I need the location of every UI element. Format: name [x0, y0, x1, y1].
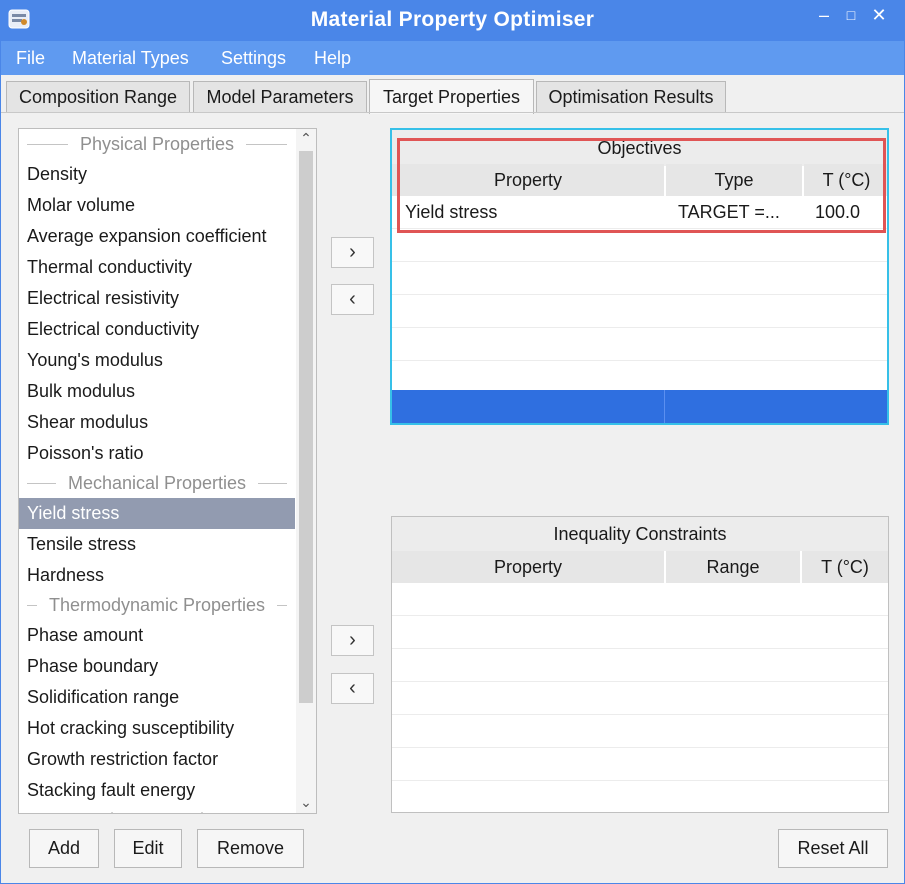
list-item[interactable]: Thermal conductivity — [19, 252, 295, 283]
list-item[interactable]: Density — [19, 159, 295, 190]
divider — [27, 605, 37, 606]
tab-bar: Composition Range Model Parameters Targe… — [1, 79, 904, 114]
list-item[interactable]: Yield stress — [19, 498, 295, 529]
cell-property: Yield stress — [405, 202, 498, 222]
maximize-button[interactable]: □ — [840, 5, 862, 27]
add-button[interactable]: Add — [29, 829, 99, 868]
property-list[interactable]: Physical Properties Density Molar volume Av… — [18, 128, 317, 814]
add-constraint-button[interactable]: › — [331, 625, 374, 656]
app-window: Material Property Optimiser – □ ✕ File M… — [0, 0, 905, 884]
constraints-title: Inequality Constraints — [392, 517, 888, 551]
objectives-header-type[interactable]: Type — [666, 164, 802, 196]
cell-type: TARGET =... — [678, 202, 780, 222]
divider — [27, 483, 56, 484]
remove-constraint-button[interactable]: ‹ — [331, 673, 374, 704]
constraints-header-property[interactable]: Property — [392, 551, 664, 583]
menu-material-types[interactable]: Material Types — [72, 48, 189, 69]
list-item[interactable]: Average expansion coefficient — [19, 221, 295, 252]
list-item[interactable]: Phase boundary — [19, 651, 295, 682]
constraints-header-range[interactable]: Range — [666, 551, 800, 583]
list-item[interactable]: Phase amount — [19, 620, 295, 651]
objectives-table[interactable]: Objectives Property Type T (°C) Yield st… — [390, 128, 889, 425]
list-item[interactable]: Shear modulus — [19, 407, 295, 438]
divider — [27, 144, 68, 145]
list-item[interactable]: Hot cracking susceptibility — [19, 713, 295, 744]
list-item[interactable]: Hardness — [19, 560, 295, 591]
menu-help[interactable]: Help — [314, 48, 351, 69]
list-item[interactable]: Growth restriction factor — [19, 744, 295, 775]
objectives-title: Objectives — [392, 130, 887, 166]
list-scrollbar[interactable]: ⌃ ⌄ — [296, 129, 316, 813]
menu-file[interactable]: File — [16, 48, 45, 69]
table-row[interactable] — [392, 616, 888, 649]
constraints-header-temp[interactable]: T (°C) — [802, 551, 888, 583]
tab-model-parameters[interactable]: Model Parameters — [193, 81, 367, 112]
list-item[interactable]: Solidification range — [19, 682, 295, 713]
table-row[interactable] — [392, 328, 887, 361]
menu-settings[interactable]: Settings — [221, 48, 286, 69]
list-group-header: Thermodynamic Properties — [19, 591, 295, 620]
list-item[interactable]: Bulk modulus — [19, 376, 295, 407]
table-row[interactable] — [392, 682, 888, 715]
list-item[interactable]: Stacking fault energy — [19, 775, 295, 806]
remove-button[interactable]: Remove — [197, 829, 304, 868]
selected-row[interactable] — [392, 390, 887, 423]
cell-temp: 100.0 — [815, 202, 861, 222]
window-title: Material Property Optimiser — [310, 8, 595, 31]
divider — [258, 483, 287, 484]
list-group-label: Thermodynamic Properties — [48, 595, 266, 615]
list-item[interactable]: Electrical resistivity — [19, 283, 295, 314]
scrollbar-thumb[interactable] — [299, 151, 313, 703]
reset-all-button[interactable]: Reset All — [778, 829, 888, 868]
close-button[interactable]: ✕ — [868, 5, 890, 27]
divider — [246, 144, 287, 145]
table-row[interactable]: Yield stress TARGET =... 100.0 — [392, 196, 887, 229]
list-group-label: Mechanical Properties — [67, 473, 247, 493]
edit-button[interactable]: Edit — [114, 829, 182, 868]
table-row[interactable] — [392, 715, 888, 748]
list-item[interactable]: Electrical conductivity — [19, 314, 295, 345]
add-objective-button[interactable]: › — [331, 237, 374, 268]
table-row[interactable] — [392, 229, 887, 262]
list-item[interactable]: Poisson's ratio — [19, 438, 295, 469]
menu-bar: File Material Types Settings Help — [1, 41, 904, 75]
scroll-down-icon[interactable]: ⌄ — [296, 794, 316, 811]
list-item[interactable]: Molar volume — [19, 190, 295, 221]
constraints-table[interactable]: Inequality Constraints Property Range T … — [391, 516, 889, 813]
table-row[interactable] — [392, 583, 888, 616]
remove-objective-button[interactable]: ‹ — [331, 284, 374, 315]
minimize-button[interactable]: – — [813, 5, 835, 27]
table-row[interactable] — [392, 649, 888, 682]
list-group-header: Physical Properties — [19, 130, 295, 159]
tab-target-properties[interactable]: Target Properties — [369, 79, 534, 114]
list-item[interactable]: Tensile stress — [19, 529, 295, 560]
list-group-label: Other Properties — [91, 810, 223, 813]
table-row[interactable] — [392, 262, 887, 295]
list-item[interactable]: Young's modulus — [19, 345, 295, 376]
table-row[interactable] — [392, 361, 887, 393]
scroll-up-icon[interactable]: ⌃ — [296, 130, 316, 147]
objectives-header-property[interactable]: Property — [392, 164, 664, 196]
tab-panel-border — [1, 112, 904, 113]
list-group-header: Other Properties — [19, 806, 295, 813]
table-row[interactable] — [392, 748, 888, 781]
objectives-header-temp[interactable]: T (°C) — [804, 164, 887, 196]
tab-composition-range[interactable]: Composition Range — [6, 81, 190, 112]
divider — [277, 605, 287, 606]
list-group-header: Mechanical Properties — [19, 469, 295, 498]
tab-optimisation-results[interactable]: Optimisation Results — [536, 81, 726, 112]
table-row[interactable] — [392, 295, 887, 328]
list-group-label: Physical Properties — [79, 134, 235, 154]
title-bar[interactable]: Material Property Optimiser – □ ✕ — [1, 1, 904, 41]
